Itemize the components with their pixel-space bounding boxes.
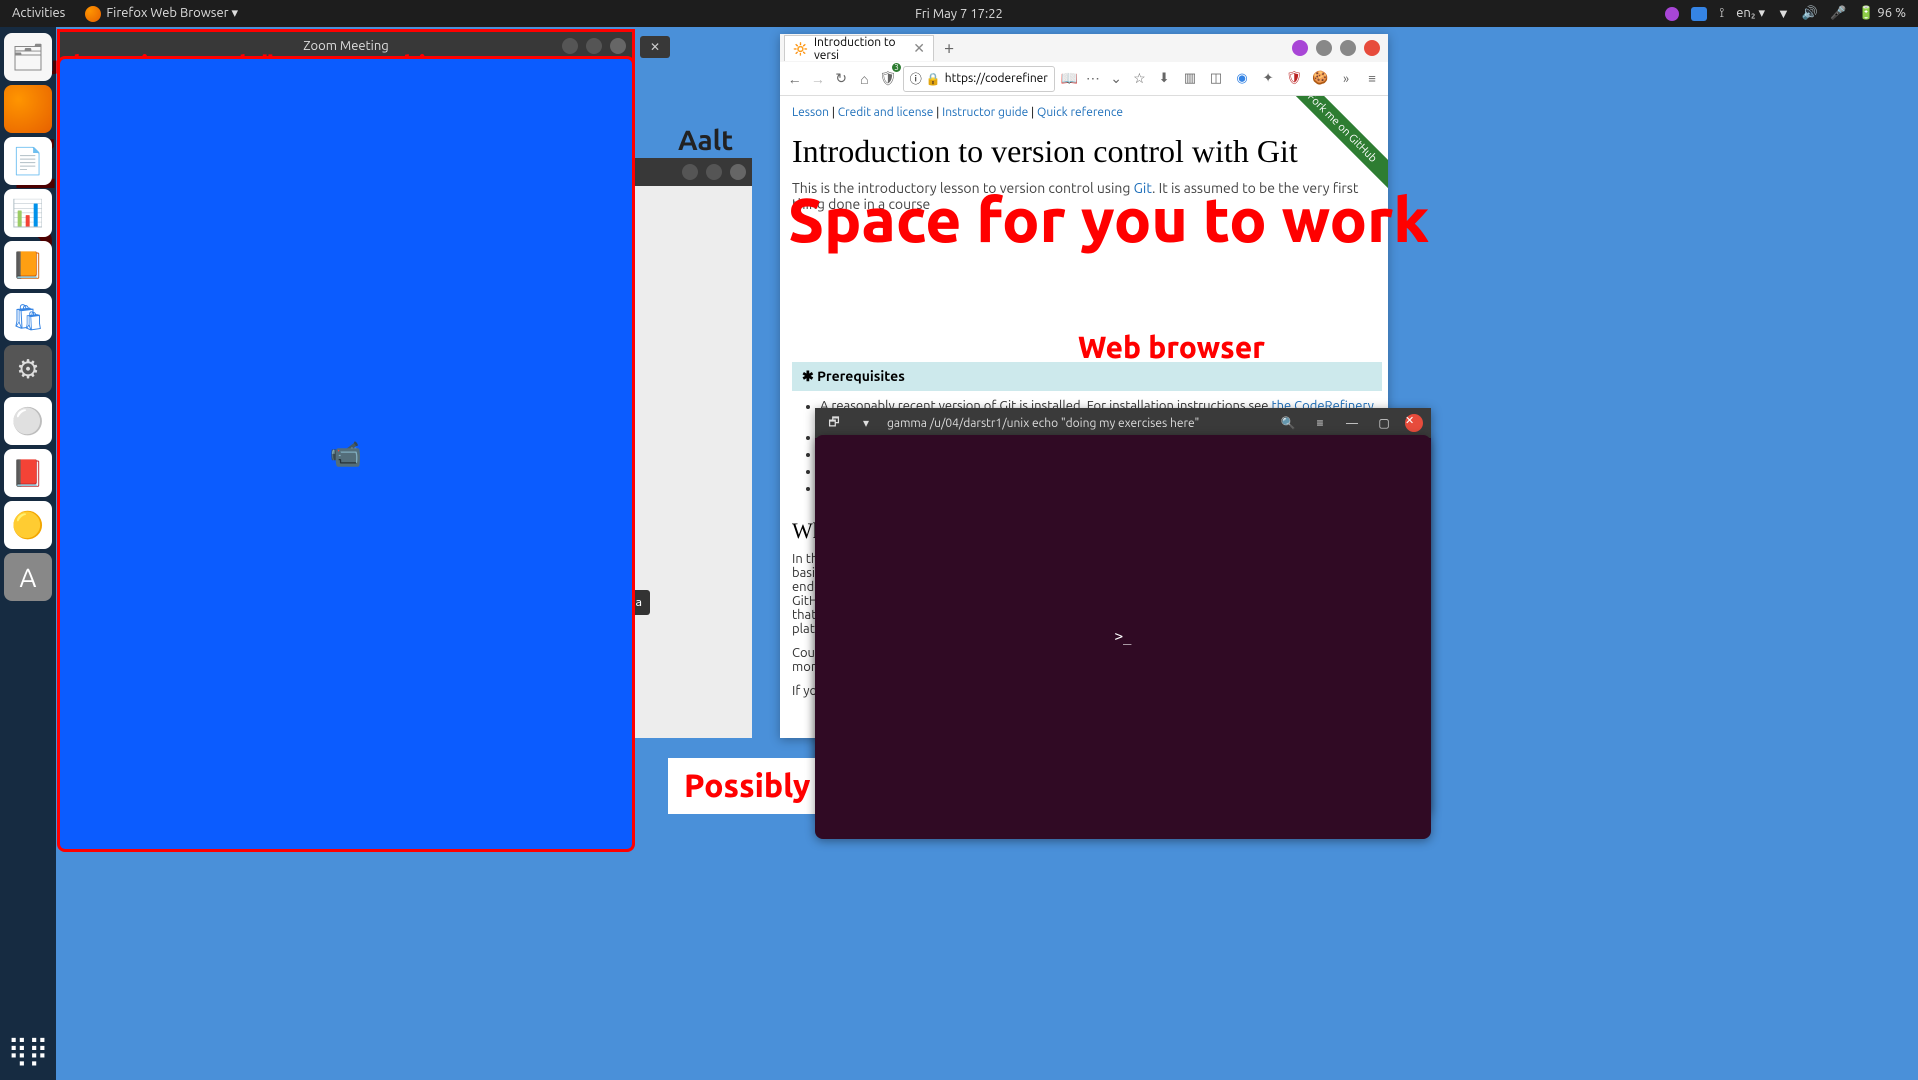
tab-favicon: 🔆 (793, 42, 808, 56)
bg-window-title: Aalt (678, 125, 733, 156)
link-guide[interactable]: Instructor guide (942, 106, 1028, 119)
annotation-space: Space for you to work (788, 190, 1429, 249)
status-icon-1[interactable] (1665, 7, 1679, 21)
bg2-close[interactable] (730, 164, 746, 180)
new-tab-button[interactable]: + (944, 38, 954, 58)
forward-button[interactable]: → (809, 67, 826, 91)
downloads-icon[interactable]: ⬇ (1154, 69, 1174, 89)
terminal-menu-icon[interactable]: ▾ (855, 412, 877, 434)
ublock-icon[interactable]: 🛡 (1284, 69, 1304, 89)
dock-updates[interactable]: A (4, 553, 52, 601)
zoom-min[interactable] (562, 38, 578, 54)
bg2-min[interactable] (682, 164, 698, 180)
info-icon[interactable]: ⓘ (910, 70, 922, 87)
page-actions-icon[interactable]: ⋯ (1084, 67, 1101, 91)
app-menu-label: Firefox Web Browser ▾ (106, 6, 238, 21)
bg2-max[interactable] (706, 164, 722, 180)
dock-chrome[interactable]: 🟡 (4, 501, 52, 549)
battery-indicator[interactable]: 🔋 96 % (1858, 6, 1906, 21)
firefox-account-icon[interactable] (1292, 40, 1308, 56)
link-quickref[interactable]: Quick reference (1037, 106, 1123, 119)
dock-firefox[interactable] (4, 85, 52, 133)
annotation-browser: Web browser (1078, 330, 1265, 364)
activities-button[interactable]: Activities (12, 6, 65, 22)
reader-mode-icon[interactable]: 📖 (1061, 67, 1078, 91)
tab-close-icon[interactable]: ✕ (913, 40, 925, 57)
dock-software[interactable]: 🛍 (4, 293, 52, 341)
dock-files[interactable]: 🗂 (4, 33, 52, 81)
ext-icon-1[interactable]: ◉ (1232, 69, 1252, 89)
library-icon[interactable]: ▥ (1180, 69, 1200, 89)
tab-title: Introduction to versi (814, 36, 907, 62)
url-bar[interactable]: ⓘ 🔒 https://coderefiner (903, 66, 1055, 92)
link-lesson[interactable]: Lesson (792, 106, 829, 119)
mic-icon[interactable]: 🎤 (1830, 6, 1846, 21)
status-icon-2[interactable] (1691, 7, 1707, 21)
firefox-tabbar: 🔆 Introduction to versi ✕ + (780, 34, 1388, 62)
window-close[interactable] (1364, 40, 1380, 56)
lock-icon: 🔒 (926, 72, 941, 86)
link-credit[interactable]: Credit and license (838, 106, 934, 119)
dock-tweaks[interactable]: ⚪ (4, 397, 52, 445)
url-text: https://coderefiner (945, 72, 1048, 85)
back-button[interactable]: ← (786, 67, 803, 91)
bg-window-close[interactable]: ✕ (640, 36, 670, 58)
clock[interactable]: Fri May 7 17:22 (915, 7, 1003, 21)
dock-show-apps[interactable]: ⢿⡿ (4, 1026, 52, 1074)
terminal-titlebar[interactable]: 🗗 ▾ gamma /u/04/darstr1/unix echo "doing… (815, 408, 1431, 438)
browser-tab[interactable]: 🔆 Introduction to versi ✕ (784, 35, 934, 61)
dock: 🗂 >_ 📄 📊 📙 🛍 ⚙ ⚪ 📹 📕 🟡 A ⢿⡿ (0, 27, 56, 1080)
terminal-title-text: gamma /u/04/darstr1/unix echo "doing my … (887, 417, 1267, 430)
ext-icon-3[interactable]: 🍪 (1310, 69, 1330, 89)
terminal-new-tab-icon[interactable]: 🗗 (823, 412, 845, 434)
wifi-icon[interactable]: ▼ (1777, 6, 1790, 21)
hamburger-menu-icon[interactable]: ≡ (1309, 412, 1331, 434)
window-close[interactable]: ✕ (1405, 414, 1423, 432)
window-max[interactable]: ▢ (1373, 412, 1395, 434)
hamburger-menu-icon[interactable]: ≡ (1362, 69, 1382, 89)
language-indicator[interactable]: en₂ ▾ (1736, 6, 1765, 21)
shield-icon[interactable]: 🛡3 (879, 67, 897, 91)
sidebar-icon[interactable]: ◫ (1206, 69, 1226, 89)
window-max[interactable] (1340, 40, 1356, 56)
prerequisites-heading: ✱ Prerequisites (792, 362, 1382, 391)
window-min[interactable] (1316, 40, 1332, 56)
search-icon[interactable]: 🔍 (1277, 412, 1299, 434)
dock-reader[interactable]: 📕 (4, 449, 52, 497)
firefox-navbar: ← → ↻ ⌂ 🛡3 ⓘ 🔒 https://coderefiner 📖 ⋯ ⌄… (780, 62, 1388, 96)
firefox-icon (85, 6, 101, 22)
zoom-close[interactable] (610, 38, 626, 54)
home-button[interactable]: ⌂ (856, 67, 873, 91)
dock-impress[interactable]: 📙 (4, 241, 52, 289)
dock-terminal[interactable]: >_ (815, 435, 1431, 839)
pocket-icon[interactable]: ⌄ (1108, 67, 1125, 91)
app-menu[interactable]: Firefox Web Browser ▾ (85, 6, 238, 22)
dock-zoom[interactable]: 📹 (57, 56, 635, 852)
accessibility-icon[interactable]: ⟟ (1719, 6, 1724, 21)
dock-settings[interactable]: ⚙ (4, 345, 52, 393)
bookmark-star-icon[interactable]: ☆ (1131, 67, 1148, 91)
gnome-topbar: Activities Firefox Web Browser ▾ Fri May… (0, 0, 1918, 27)
volume-icon[interactable]: 🔊 (1802, 6, 1818, 21)
dock-calc[interactable]: 📊 (4, 189, 52, 237)
bg-window-2 (632, 158, 752, 738)
zoom-max[interactable] (586, 38, 602, 54)
overflow-icon[interactable]: » (1336, 69, 1356, 89)
reload-button[interactable]: ↻ (833, 67, 850, 91)
dock-writer[interactable]: 📄 (4, 137, 52, 185)
window-min[interactable]: — (1341, 412, 1363, 434)
ext-icon-2[interactable]: ✦ (1258, 69, 1278, 89)
